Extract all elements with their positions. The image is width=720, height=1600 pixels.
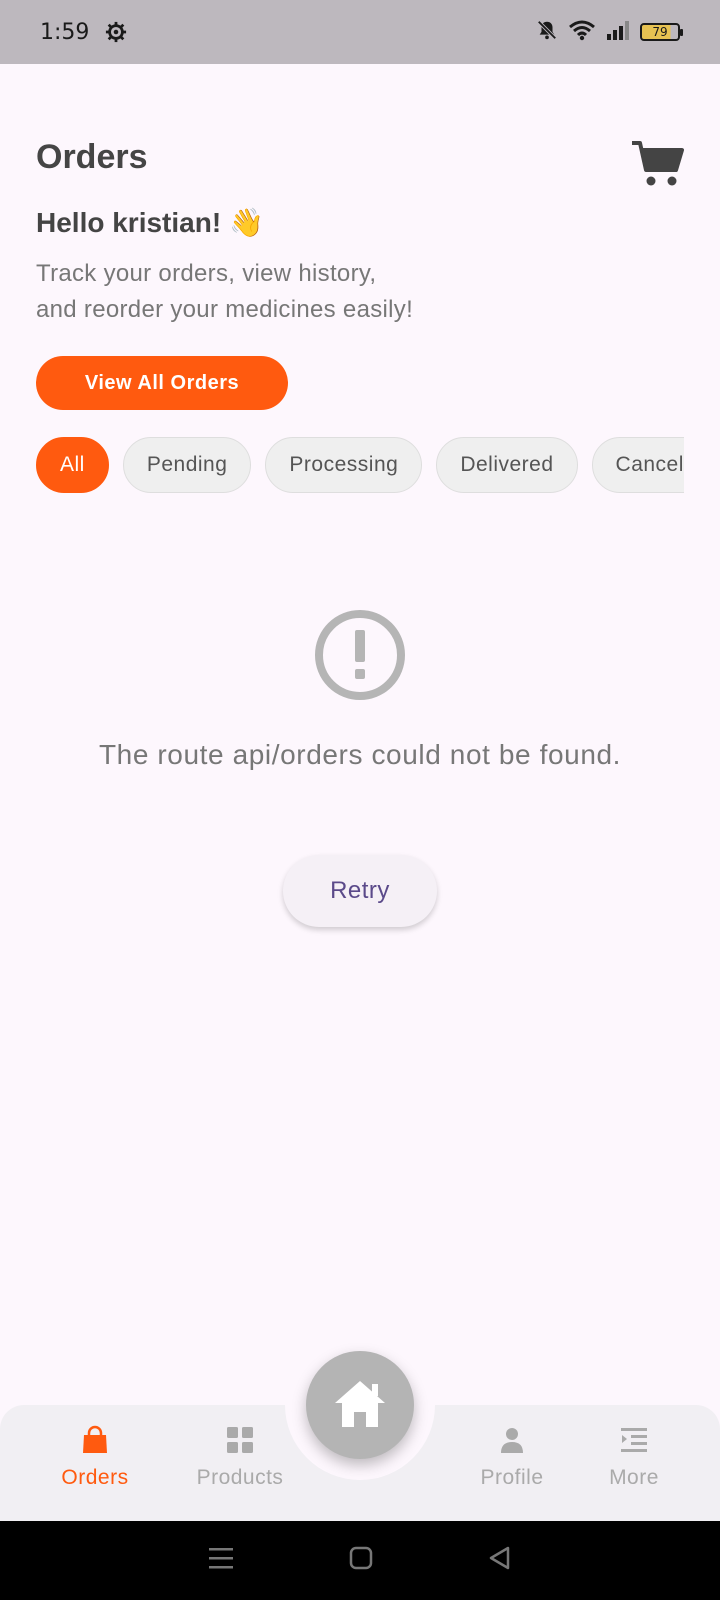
home-button[interactable] xyxy=(306,1351,414,1459)
status-icons: 79 xyxy=(536,19,683,46)
greeting: Hello kristian! 👋 xyxy=(36,207,264,238)
cart-icon[interactable] xyxy=(630,138,684,188)
filter-chip-all[interactable]: All xyxy=(36,437,109,493)
error-exclamation-icon xyxy=(313,608,407,702)
page-title: Orders xyxy=(36,138,148,176)
error-message: The route api/orders could not be found. xyxy=(98,739,622,770)
filter-chip-pending[interactable]: Pending xyxy=(122,437,252,493)
home-square-icon[interactable] xyxy=(349,1546,373,1575)
nav-label-products: Products xyxy=(196,1466,284,1489)
filter-chip-cancelled[interactable]: Cancelled xyxy=(591,437,684,493)
nav-item-more[interactable]: More xyxy=(569,1425,699,1490)
system-navigation-bar xyxy=(0,1521,720,1600)
menu-list-icon xyxy=(619,1425,649,1460)
grid-icon xyxy=(225,1425,255,1460)
nav-label-profile: Profile xyxy=(480,1466,544,1489)
signal-icon xyxy=(606,20,630,45)
settings-gear-icon xyxy=(105,21,127,43)
person-icon xyxy=(497,1425,527,1460)
subtitle: Track your orders, view history, and reo… xyxy=(36,256,556,328)
bell-muted-icon xyxy=(536,19,558,46)
view-all-orders-button[interactable]: View All Orders xyxy=(36,356,288,410)
status-bar: 1:59 79 xyxy=(0,0,720,64)
wifi-icon xyxy=(568,19,596,46)
header: Orders xyxy=(36,138,686,186)
filter-chip-processing[interactable]: Processing xyxy=(265,437,423,493)
nav-item-profile[interactable]: Profile xyxy=(447,1425,577,1490)
nav-item-orders[interactable]: Orders xyxy=(30,1425,160,1490)
status-time: 1:59 xyxy=(40,19,90,45)
battery-icon: 79 xyxy=(640,23,683,41)
nav-label-orders: Orders xyxy=(61,1466,129,1489)
nav-item-products[interactable]: Products xyxy=(175,1425,305,1490)
recent-apps-icon[interactable] xyxy=(208,1546,234,1575)
subtitle-line-2: and reorder your medicines easily! xyxy=(36,296,414,323)
status-filter-chips: All Pending Processing Delivered Cancell… xyxy=(36,437,684,495)
nav-label-more: More xyxy=(609,1466,659,1489)
retry-button[interactable]: Retry xyxy=(283,855,437,927)
back-triangle-icon[interactable] xyxy=(488,1546,512,1575)
bag-icon xyxy=(80,1425,110,1460)
subtitle-line-1: Track your orders, view history, xyxy=(36,260,377,287)
battery-level: 79 xyxy=(652,25,668,39)
home-icon xyxy=(332,1378,388,1433)
filter-chip-delivered[interactable]: Delivered xyxy=(436,437,578,493)
